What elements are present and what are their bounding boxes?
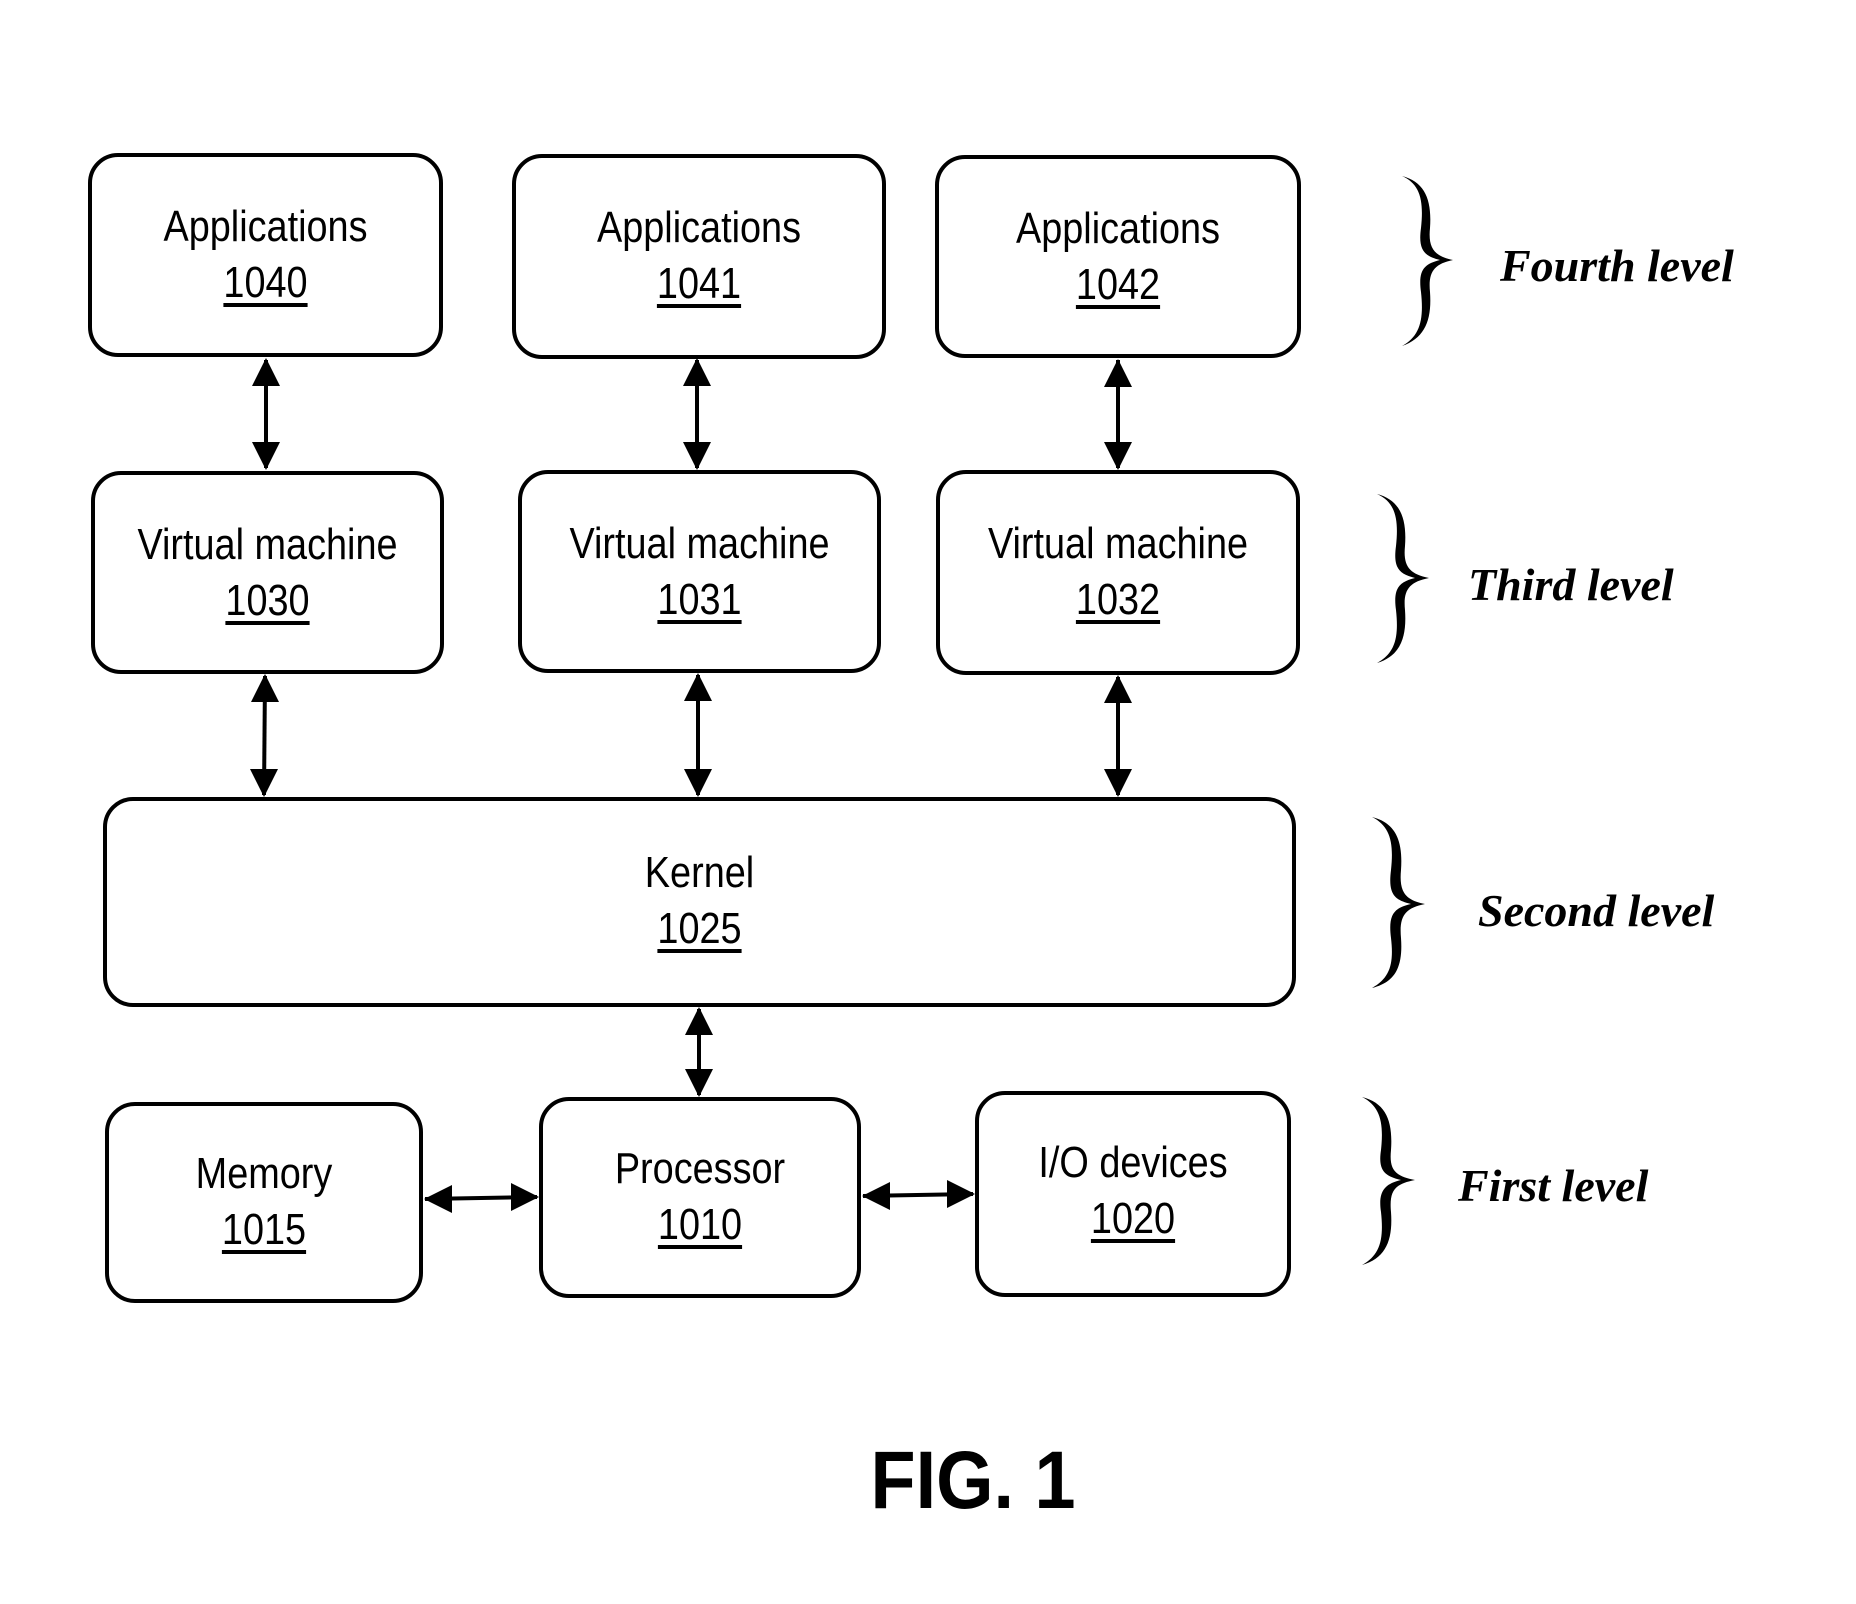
arrowhead-up-icon [685,1007,713,1035]
curly-brace-third-level-icon [1377,494,1429,663]
box-label: I/O devices [1038,1138,1228,1187]
arrowhead-down-icon [685,1069,713,1097]
box-label: Processor [614,1144,786,1193]
arrowhead-up-icon [252,358,280,386]
box-label: Kernel [644,848,755,897]
arrowhead-up-icon [1104,675,1132,703]
arrowhead-right-icon [511,1183,539,1211]
arrow-1015-1010 [424,1183,539,1213]
arrow-1042-1032 [1104,359,1132,470]
box-label: Virtual machine [987,519,1249,568]
level-label-fourth: Fourth level [1500,240,1734,291]
box-label: Applications [1015,204,1221,253]
box-reference-number: 1015 [221,1205,307,1254]
curly-brace-second-level-icon [1372,817,1425,988]
io-devices-1020-box: I/O devices 1020 [975,1091,1291,1297]
arrowhead-down-icon [252,442,280,470]
memory-1015-box: Memory 1015 [105,1102,423,1303]
box-label: Virtual machine [137,520,398,569]
arrow-1041-1031 [683,358,711,470]
arrow-1010-1020 [862,1180,975,1210]
virtual-machine-1032-box: Virtual machine 1032 [936,470,1300,675]
kernel-1025-box: Kernel 1025 [103,797,1296,1007]
arrowhead-up-icon [1104,359,1132,387]
box-label: Memory [195,1149,333,1198]
virtual-machine-1031-box: Virtual machine 1031 [518,470,881,673]
arrowhead-up-icon [684,673,712,701]
arrowhead-up-icon [251,674,279,702]
applications-1041-box: Applications 1041 [512,154,886,359]
arrow-1032-1025 [1104,675,1132,797]
arrow-1025-1010 [685,1007,713,1097]
arrowhead-left-icon [862,1182,890,1210]
arrowhead-right-icon [947,1180,975,1208]
arrow-1031-1025 [684,673,712,797]
curly-brace-fourth-level-icon [1402,176,1453,346]
arrowhead-left-icon [424,1185,452,1213]
level-label-first: First level [1458,1160,1649,1211]
box-reference-number: 1030 [225,576,310,625]
system-architecture-diagram: Applications 1040 Applications 1041 Appl… [0,0,1856,1604]
box-reference-number: 1031 [657,575,742,624]
box-label: Virtual machine [569,519,830,568]
level-label-third: Third level [1468,559,1674,610]
applications-1040-box: Applications 1040 [88,153,443,357]
box-label: Applications [163,202,368,251]
arrowhead-down-icon [683,442,711,470]
curly-brace-first-level-icon [1362,1097,1415,1265]
virtual-machine-1030-box: Virtual machine 1030 [91,471,444,674]
arrowhead-down-icon [1104,442,1132,470]
box-reference-number: 1040 [223,258,308,307]
figure-caption: FIG. 1 [870,1435,1076,1526]
processor-1010-box: Processor 1010 [539,1097,861,1298]
applications-1042-box: Applications 1042 [935,155,1301,358]
box-reference-number: 1010 [657,1200,743,1249]
box-reference-number: 1025 [657,904,742,953]
level-label-second: Second level [1478,885,1715,936]
arrowhead-up-icon [683,358,711,386]
box-reference-number: 1041 [656,259,742,308]
box-reference-number: 1020 [1090,1194,1176,1243]
box-reference-number: 1032 [1075,575,1161,624]
box-label: Applications [596,203,802,252]
box-reference-number: 1042 [1075,260,1161,309]
arrowhead-down-icon [1104,769,1132,797]
arrowhead-down-icon [684,769,712,797]
arrow-1040-1030 [252,358,280,470]
arrowhead-down-icon [250,769,278,797]
arrow-1030-1025 [250,674,279,797]
